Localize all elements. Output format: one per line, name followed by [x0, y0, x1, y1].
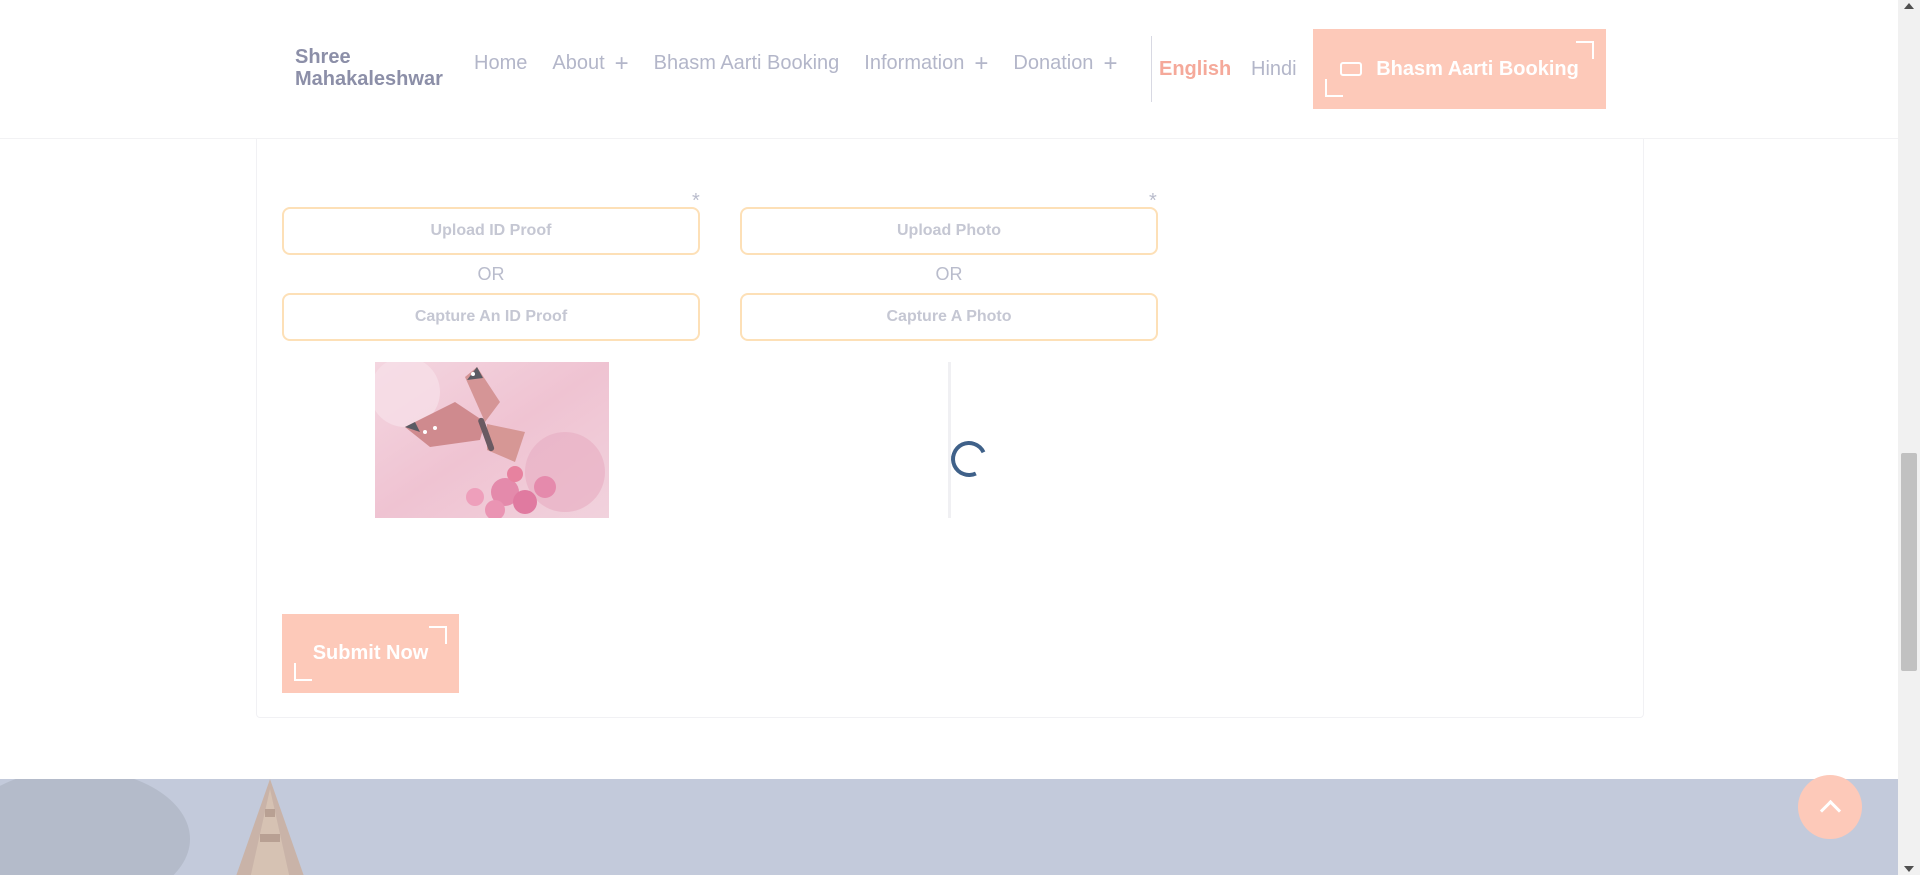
scroll-up-arrow-icon[interactable]	[1904, 3, 1914, 9]
bhasm-aarti-booking-button[interactable]: Bhasm Aarti Booking	[1313, 29, 1606, 109]
capture-photo-button[interactable]: Capture A Photo	[740, 293, 1158, 341]
corner-decoration	[1325, 79, 1343, 97]
cta-label: Bhasm Aarti Booking	[1376, 57, 1579, 80]
nav-item-label: Home	[474, 52, 528, 74]
nav-item-label: Information	[864, 52, 965, 74]
nav-item-label: Bhasm Aarti Booking	[653, 52, 840, 74]
id-proof-preview-image	[375, 362, 609, 518]
footer-banner-image	[0, 779, 1898, 875]
chevron-up-icon	[1819, 799, 1841, 821]
photo-preview-divider	[948, 362, 951, 518]
nav-item-donation[interactable]: Donation +	[1013, 49, 1118, 77]
upload-photo-label: Upload Photo	[897, 222, 1001, 239]
corner-decoration	[294, 663, 312, 681]
nav-item-home[interactable]: Home	[474, 52, 527, 75]
nav-item-about[interactable]: About +	[552, 49, 629, 77]
nav-item-label: Donation	[1013, 52, 1094, 74]
scroll-to-top-button[interactable]	[1798, 775, 1862, 839]
upload-id-proof-button[interactable]: Upload ID Proof	[282, 207, 700, 255]
upload-id-proof-label: Upload ID Proof	[430, 222, 552, 239]
capture-id-proof-button[interactable]: Capture An ID Proof	[282, 293, 700, 341]
tree-silhouette	[0, 779, 190, 875]
logo-line-1: Shree	[295, 46, 351, 68]
nav-item-information[interactable]: Information +	[864, 49, 989, 77]
capture-id-proof-label: Capture An ID Proof	[414, 308, 568, 325]
plus-icon: +	[1103, 49, 1118, 77]
nav-item-bhasm-aarti-booking[interactable]: Bhasm Aarti Booking	[654, 52, 840, 75]
site-header: Shree Mahakaleshwar Home About + Bhasm A…	[0, 0, 1898, 139]
scroll-down-arrow-icon[interactable]	[1904, 866, 1914, 872]
scrollbar-thumb[interactable]	[1901, 453, 1917, 671]
site-logo[interactable]: Shree Mahakaleshwar	[295, 46, 443, 90]
plus-icon: +	[614, 49, 629, 77]
temple-spire	[236, 779, 304, 875]
page-scrollbar[interactable]	[1898, 0, 1920, 875]
logo-line-2: Mahakaleshwar	[295, 68, 443, 90]
submit-label: Submit Now	[312, 642, 429, 664]
submit-button[interactable]: Submit Now	[282, 614, 459, 693]
plus-icon: +	[974, 49, 989, 77]
nav-item-label: About	[552, 52, 605, 74]
or-separator: OR	[477, 264, 505, 284]
or-separator: OR	[935, 264, 963, 284]
language-english-link[interactable]: English	[1159, 58, 1231, 81]
capture-photo-label: Capture A Photo	[886, 308, 1012, 325]
corner-decoration	[429, 626, 447, 644]
corner-decoration	[1576, 41, 1594, 59]
language-hindi-link[interactable]: Hindi	[1251, 58, 1297, 81]
ticket-icon	[1340, 62, 1363, 76]
upload-photo-button[interactable]: Upload Photo	[740, 207, 1158, 255]
main-nav: Home About + Bhasm Aarti Booking Informa…	[474, 49, 1142, 77]
page: Shree Mahakaleshwar Home About + Bhasm A…	[0, 0, 1898, 875]
nav-divider	[1151, 36, 1152, 102]
